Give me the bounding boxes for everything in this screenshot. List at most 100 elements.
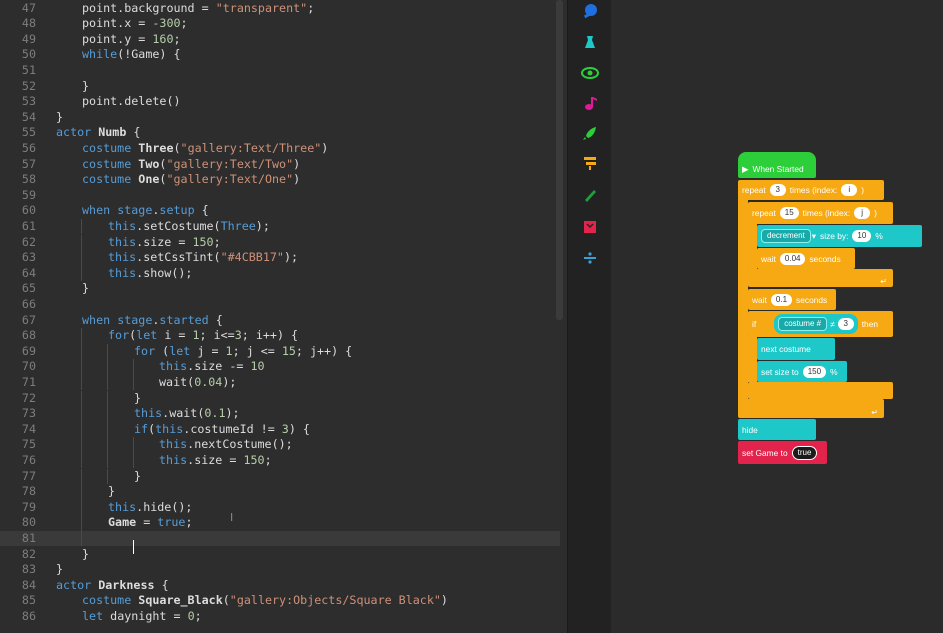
indent-guide — [81, 530, 82, 547]
code-text: actor Darkness { — [56, 578, 169, 594]
code-line[interactable]: 86 let daynight = 0; — [0, 609, 560, 625]
code-line[interactable]: 66 — [0, 297, 560, 313]
code-line[interactable]: 58 costume One("gallery:Text/One") — [0, 172, 560, 188]
code-token: i = — [157, 328, 193, 343]
decrement-size-block[interactable]: decrement ▾ size by: 10 % — [757, 225, 922, 247]
code-token: ; — [194, 608, 202, 623]
line-number: 84 — [21, 577, 36, 592]
line-number: 66 — [21, 296, 36, 311]
code-line[interactable]: 64 this.show(); — [0, 265, 560, 282]
category-sound[interactable] — [568, 88, 612, 118]
compare-operator-block[interactable]: costume # ≠ 3 — [774, 314, 858, 334]
editor-scrollbar[interactable] — [556, 0, 563, 320]
decrement-value-input[interactable]: 10 — [852, 230, 872, 242]
repeat-inner-index-input[interactable]: j — [854, 207, 871, 219]
line-number: 80 — [21, 515, 36, 530]
category-variables[interactable] — [568, 212, 612, 242]
code-token: ); — [283, 250, 299, 265]
decrement-dropdown[interactable]: decrement — [761, 229, 811, 243]
code-line[interactable]: 50 while(!Game) { — [0, 47, 560, 63]
code-token: 1 — [192, 328, 200, 343]
code-line[interactable]: 51 — [0, 63, 560, 79]
code-token: let — [82, 608, 104, 623]
code-line[interactable]: 57 costume Two("gallery:Text/Two") — [0, 157, 560, 173]
when-started-hat-block[interactable]: ▶ When Started — [738, 152, 816, 178]
category-looks[interactable] — [568, 58, 612, 88]
code-token: ) — [321, 140, 329, 155]
code-line[interactable]: 85 costume Square_Black("gallery:Objects/… — [0, 593, 560, 609]
code-line[interactable]: 63 this.setCssTint("#4CBB17"); — [0, 250, 560, 266]
category-operators[interactable] — [568, 243, 612, 273]
set-game-variable-block[interactable]: set Game to true — [738, 441, 827, 464]
if-block[interactable]: if costume # ≠ 3 then — [748, 311, 893, 337]
dropdown-arrow-icon: ▾ — [811, 231, 817, 241]
code-token: ( — [155, 343, 170, 358]
category-control[interactable] — [568, 148, 612, 178]
code-line[interactable]: 65} — [0, 281, 560, 297]
code-token: for — [134, 343, 156, 358]
code-line[interactable]: 68 for(let i = 1; i<=3; i++) { — [0, 328, 560, 344]
code-line[interactable]: 48 point.x = -300; — [0, 16, 560, 32]
code-line[interactable]: 62 this.size = 150; — [0, 234, 560, 251]
code-line[interactable]: 84 actor Darkness { — [0, 578, 560, 594]
line-number: 68 — [21, 328, 36, 343]
code-token: j = — [190, 343, 226, 358]
code-line[interactable]: 81 — [0, 530, 560, 547]
code-line[interactable]: 74 if(this.costumeId != 3) { — [0, 421, 560, 438]
category-pen[interactable] — [568, 180, 612, 210]
repeat-inner-block[interactable]: repeat 15 times (index: j ) — [748, 202, 893, 224]
code-line[interactable]: 52} — [0, 79, 560, 95]
code-line[interactable]: 61 this.setCostume(Three); — [0, 218, 560, 235]
code-line[interactable]: 83} — [0, 562, 560, 578]
repeat-outer-count-input[interactable]: 3 — [769, 184, 786, 196]
set-game-value-input[interactable]: true — [791, 445, 818, 460]
code-line[interactable]: 56 costume Three("gallery:Text/Three") — [0, 141, 560, 157]
wait-outer-value-input[interactable]: 0.1 — [770, 293, 793, 306]
code-line[interactable]: 72} — [0, 390, 560, 407]
repeat-outer-block[interactable]: repeat 3 times (index: i ) — [738, 180, 884, 200]
code-line[interactable]: 60 when stage.setup { — [0, 203, 560, 219]
wait-outer-block[interactable]: wait 0.1 seconds — [748, 289, 836, 310]
repeat-inner-times-label: times (index: — [802, 208, 851, 218]
code-line[interactable]: 59 — [0, 188, 560, 204]
code-editor[interactable]: 47 point.background = "transparent"; 48 poi… — [0, 0, 567, 633]
hide-block[interactable]: hide — [738, 419, 816, 440]
if-footer — [748, 382, 893, 399]
repeat-outer-index-input[interactable]: i — [841, 184, 858, 196]
blocks-canvas[interactable]: ▶ When Started repeat 3 times (index: i … — [611, 0, 943, 633]
compare-value-input[interactable]: 3 — [837, 318, 854, 330]
code-token: this — [159, 452, 188, 467]
code-line[interactable]: 76 this.size = 150; — [0, 452, 560, 469]
code-line[interactable]: 53 point.delete() — [0, 94, 560, 110]
code-line[interactable]: 67 when stage.started { — [0, 313, 560, 329]
code-line[interactable]: 55 actor Numb { — [0, 125, 560, 141]
code-line[interactable]: 80 Game = true; — [0, 515, 560, 531]
code-token: ); — [222, 374, 237, 389]
decrement-unit: % — [875, 231, 883, 241]
wait-inner-value-input[interactable]: 0.04 — [779, 252, 806, 265]
code-line[interactable]: 78} — [0, 484, 560, 500]
code-line[interactable]: 70 this.size -= 10 — [0, 359, 560, 375]
code-line[interactable]: 73 this.wait(0.1); — [0, 406, 560, 422]
category-actor[interactable] — [568, 0, 612, 26]
code-line[interactable]: 54} — [0, 110, 560, 126]
code-line[interactable]: 69 for (let j = 1; j <= 15; j++) { — [0, 343, 560, 360]
set-size-block[interactable]: set size to 150 % — [757, 361, 847, 382]
set-size-value-input[interactable]: 150 — [802, 365, 827, 378]
costume-number-reporter[interactable]: costume # — [778, 317, 828, 331]
line-number: 79 — [21, 499, 36, 514]
category-costume[interactable] — [568, 27, 612, 57]
code-line[interactable]: 71 wait(0.04); — [0, 374, 560, 391]
code-line[interactable]: 75 this.nextCostume(); — [0, 437, 560, 453]
code-line[interactable]: 79 this.hide(); — [0, 499, 560, 516]
repeat-inner-count-input[interactable]: 15 — [779, 207, 799, 219]
code-line[interactable]: 82} — [0, 547, 560, 563]
next-costume-block[interactable]: next costume — [757, 338, 835, 360]
code-line[interactable]: 49 point.y = 160; — [0, 32, 560, 48]
not-equal-operator: ≠ — [830, 319, 835, 329]
code-line[interactable]: 47 point.background = "transparent"; — [0, 1, 560, 17]
wait-inner-block[interactable]: wait 0.04 seconds — [757, 248, 855, 269]
code-line[interactable]: 77} — [0, 468, 560, 485]
category-motion[interactable] — [568, 118, 612, 148]
code-text: if(this.costumeId != 3) { — [134, 422, 310, 438]
